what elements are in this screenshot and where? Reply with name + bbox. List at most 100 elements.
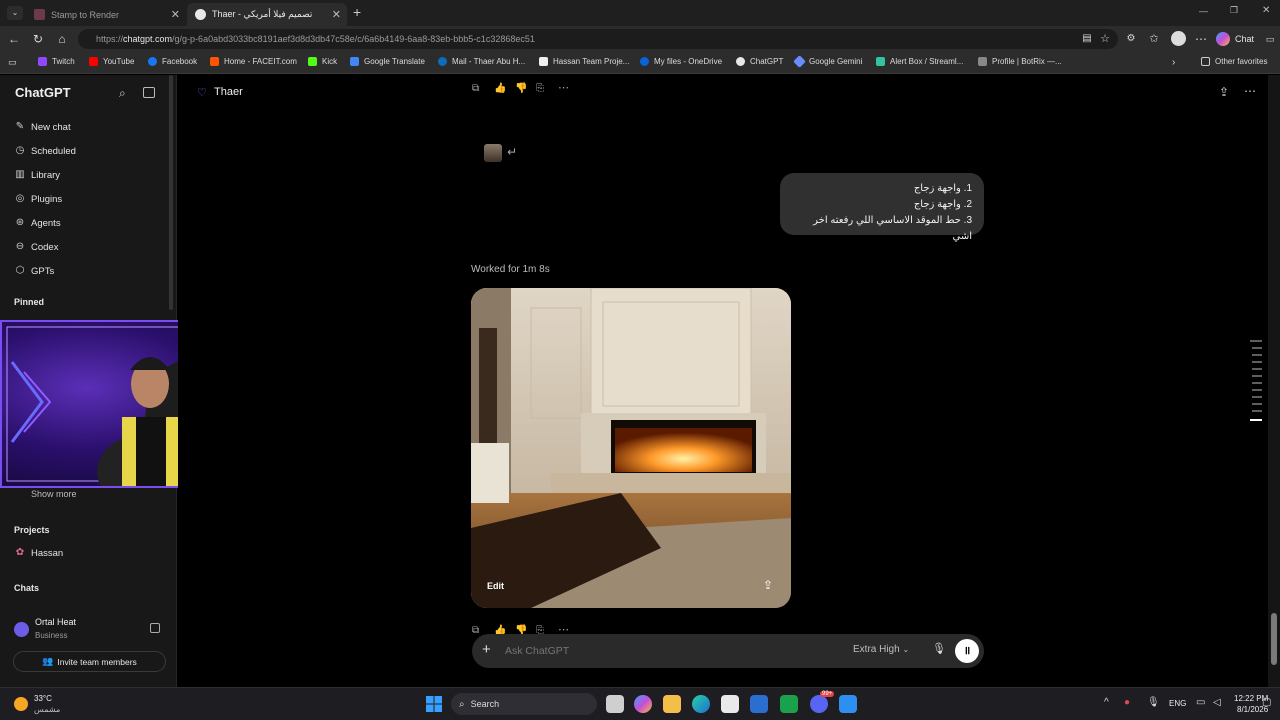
bookmarks-toggle-icon[interactable]: ▭ — [8, 57, 17, 68]
thumbs-up-icon[interactable]: 👍 — [494, 83, 506, 94]
copy-icon[interactable]: ⧉ — [472, 83, 479, 94]
reply-arrow-icon: ↵ — [507, 145, 518, 159]
tray-app-icon[interactable]: ● — [1124, 697, 1130, 708]
discord-icon[interactable] — [810, 695, 828, 713]
app-title[interactable]: ChatGPT — [15, 85, 71, 100]
copy-icon[interactable]: ⧉ — [472, 625, 479, 636]
weather-sun-icon[interactable] — [14, 697, 28, 711]
outlook-icon[interactable] — [750, 695, 768, 713]
edge-icon[interactable] — [692, 695, 710, 713]
show-more-link[interactable]: Show more — [31, 489, 77, 499]
sidebar-item-scheduled[interactable]: ◷ Scheduled — [14, 145, 76, 157]
close-window-icon[interactable]: ✕ — [1262, 5, 1270, 16]
bookmark-kick[interactable]: Kick — [308, 57, 337, 66]
sidebar-item-new-chat[interactable]: ✎ New chat — [14, 121, 71, 133]
url-bar[interactable]: https://chatgpt.com/g/g-p-6a0abd3033bc81… — [78, 29, 1118, 49]
sidebar-item-library[interactable]: ▥ Library — [14, 169, 60, 181]
weather-temp[interactable]: 33°C — [34, 694, 52, 703]
search-icon[interactable]: ⌕ — [119, 86, 126, 101]
bookmark-alert-box[interactable]: Alert Box / Streaml... — [876, 57, 963, 66]
profile-avatar[interactable] — [1171, 31, 1186, 46]
bookmark-gemini[interactable]: Google Gemini — [793, 55, 862, 68]
close-tab-icon[interactable]: ✕ — [171, 8, 180, 21]
start-windows-icon[interactable] — [426, 696, 442, 712]
volume-icon[interactable]: ◁ — [1213, 697, 1221, 708]
bookmark-label: Hassan Team Proje... — [553, 57, 630, 66]
bookmark-mail[interactable]: Mail - Thaer Abu H... — [438, 57, 525, 66]
favorite-star-icon[interactable]: ☆ — [1098, 32, 1112, 46]
bookmark-twitch[interactable]: Twitch — [38, 57, 75, 66]
reader-icon[interactable]: ▤ — [1080, 32, 1094, 46]
worked-for-status[interactable]: Worked for 1m 8s — [471, 264, 550, 275]
file-explorer-icon[interactable] — [663, 695, 681, 713]
mic-tray-icon[interactable]: 🎙 — [1147, 697, 1160, 708]
attachment-thumbnail[interactable] — [484, 144, 502, 162]
sidebar-item-gpts[interactable]: ⬡ GPTs — [14, 265, 55, 277]
model-selector[interactable]: Extra High ⌄ — [853, 644, 909, 655]
sidebar-item-plugins[interactable]: ◎ Plugins — [14, 193, 63, 205]
generated-image[interactable]: Edit ⇪ — [471, 288, 791, 608]
favorites-icon[interactable]: ✩ — [1147, 32, 1161, 46]
copilot-chat-button[interactable]: Chat — [1216, 30, 1254, 48]
bookmark-botrix[interactable]: Profile | BotRix —... — [978, 57, 1062, 66]
extensions-icon[interactable]: ⚙ — [1124, 32, 1138, 46]
bookmark-facebook[interactable]: Facebook — [148, 57, 197, 66]
bookmark-faceit[interactable]: Home - FACEIT.com — [210, 57, 297, 66]
close-sidebar-icon[interactable] — [143, 87, 155, 98]
page-scrollbar[interactable] — [1268, 75, 1280, 687]
more-menu-icon[interactable]: ⋯ — [1244, 84, 1256, 98]
sidebar-scrollbar[interactable] — [169, 75, 173, 310]
thumbs-down-icon[interactable]: 👎 — [515, 83, 527, 94]
back-icon[interactable]: ← — [7, 32, 21, 46]
ask-input[interactable] — [505, 642, 835, 660]
project-title[interactable]: Thaer — [214, 86, 243, 98]
taskbar-search[interactable]: ⌕ Search — [451, 693, 597, 715]
bookmark-chatgpt[interactable]: ChatGPT — [736, 57, 783, 66]
sidebar-item-codex[interactable]: ⊖ Codex — [14, 241, 59, 253]
bookmarks-overflow-icon[interactable]: › — [1172, 57, 1175, 68]
other-favorites[interactable]: Other favorites — [1201, 57, 1267, 66]
edit-label: Edit — [487, 581, 504, 591]
notifications-icon[interactable]: ▢ — [1262, 697, 1271, 708]
bookmark-youtube[interactable]: YouTube — [89, 57, 134, 66]
invite-team-members-button[interactable]: 👥 Invite team members — [13, 651, 166, 672]
project-hassan[interactable]: ✿ Hassan — [14, 547, 63, 559]
refresh-icon[interactable]: ↻ — [31, 32, 45, 46]
bookmark-google-translate[interactable]: Google Translate — [350, 57, 425, 66]
voice-mode-button[interactable]: ॥ — [955, 639, 979, 663]
share-icon[interactable]: ⇪ — [1219, 85, 1229, 99]
conversation-minimap[interactable] — [1250, 339, 1262, 425]
twitch-icon — [38, 57, 47, 66]
show-hidden-icons[interactable]: ^ — [1104, 697, 1109, 708]
add-attachment-icon[interactable]: + — [482, 641, 491, 658]
sidebar-toggle-icon[interactable]: ▭ — [1263, 32, 1277, 46]
task-view-icon[interactable] — [606, 695, 624, 713]
tab-list-chevron-icon[interactable]: ⌄ — [7, 6, 23, 20]
store-icon[interactable] — [721, 695, 739, 713]
copilot-app-icon[interactable] — [634, 695, 652, 713]
close-tab-icon[interactable]: ✕ — [332, 8, 341, 21]
tab-thaer[interactable]: Thaer - تصميم فيلا أمريكي ✕ — [187, 3, 347, 26]
scrollbar-thumb[interactable] — [1271, 613, 1277, 665]
microphone-icon[interactable]: 🎙 — [932, 642, 946, 655]
image-edit-button[interactable]: Edit — [487, 581, 504, 591]
xbox-icon[interactable] — [780, 695, 798, 713]
sidebar-item-agents[interactable]: ⊛ Agents — [14, 217, 61, 229]
network-icon[interactable]: ▭ — [1196, 697, 1205, 708]
project-icon: ✿ — [15, 547, 25, 558]
new-tab-icon[interactable]: + — [353, 4, 361, 20]
restore-icon[interactable]: ❐ — [1230, 5, 1238, 16]
workspace-switcher[interactable]: Ortal Heat Business — [14, 617, 164, 643]
bookmark-hassan-team[interactable]: Hassan Team Proje... — [539, 57, 629, 66]
tab-stamp-to-render[interactable]: Stamp to Render ✕ — [26, 3, 186, 26]
branch-icon[interactable]: ⎘ — [536, 83, 544, 94]
language-indicator[interactable]: ENG — [1169, 699, 1186, 708]
minimize-icon[interactable]: — — [1199, 6, 1208, 16]
more-options-icon[interactable]: ⋯ — [1194, 32, 1208, 46]
image-share-icon[interactable]: ⇪ — [763, 578, 773, 592]
snipping-tool-icon[interactable] — [839, 695, 857, 713]
workspace-settings-icon[interactable] — [150, 623, 160, 633]
more-actions-icon[interactable]: ⋯ — [558, 81, 569, 94]
bookmark-onedrive[interactable]: My files - OneDrive — [640, 57, 722, 66]
home-icon[interactable]: ⌂ — [55, 32, 69, 46]
